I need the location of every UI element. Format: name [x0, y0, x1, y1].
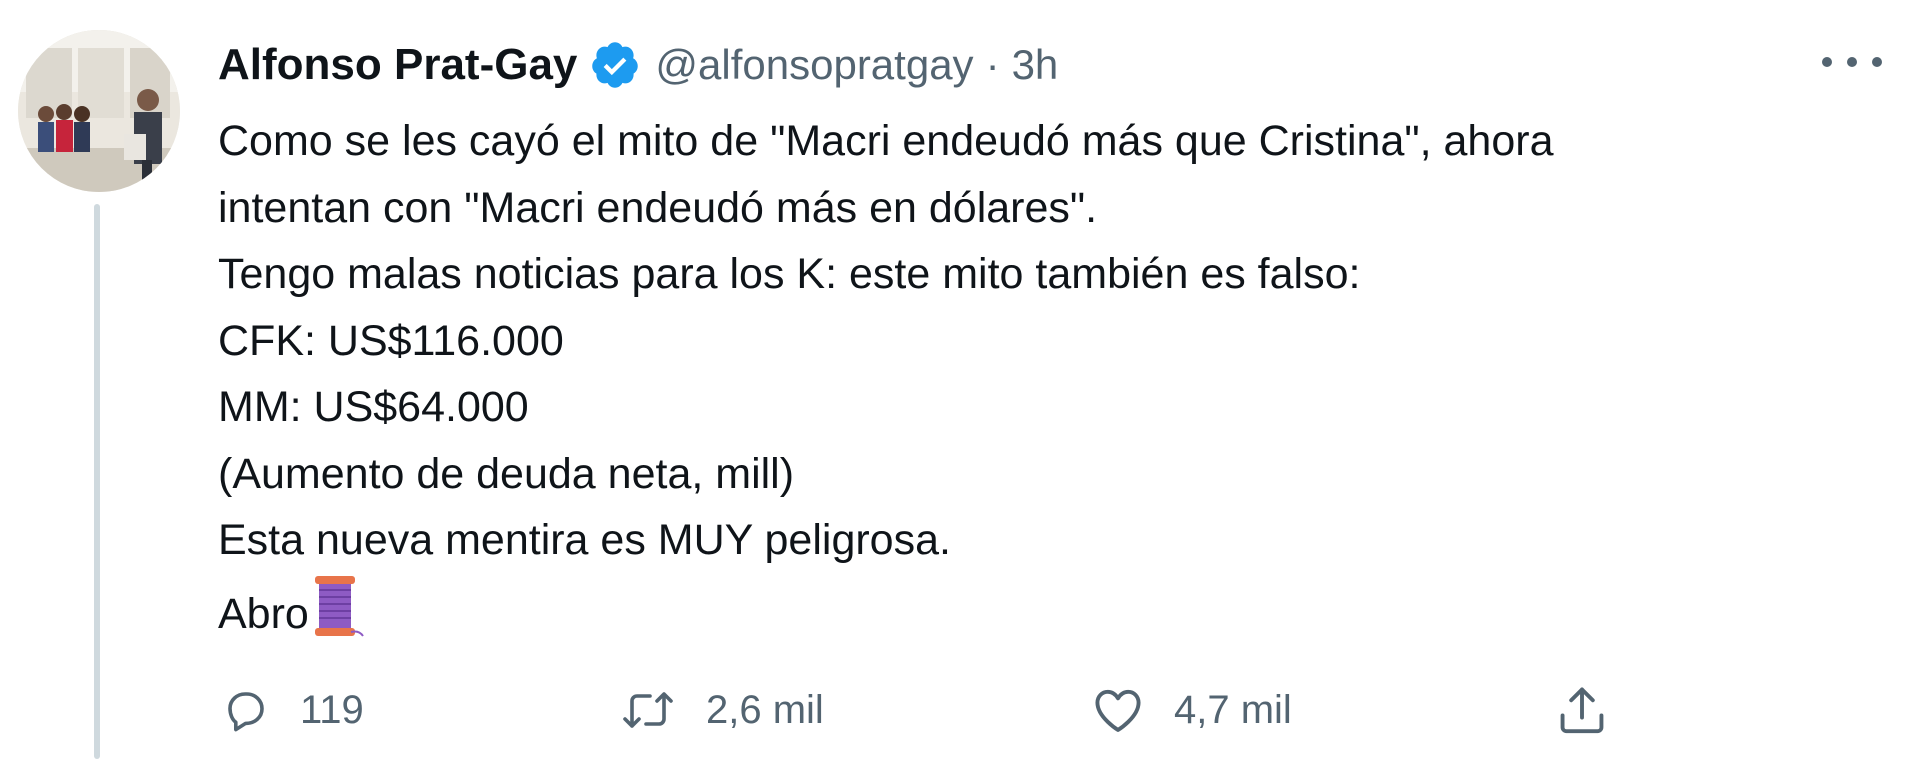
tweet[interactable]: Alfonso Prat-Gay @alfonsopratgay · 3h Co…: [0, 0, 1920, 759]
tweet-line: Abro: [218, 589, 309, 638]
tweet-actions: 119 2,6 mil 4,7 mil: [0, 670, 1920, 750]
share-button[interactable]: [1556, 670, 1608, 750]
more-options-icon[interactable]: [1822, 40, 1882, 84]
tweet-line: Tengo malas noticias para los K: este mi…: [218, 250, 1361, 298]
tweet-last-line: Abro: [218, 574, 1818, 648]
reply-icon: [228, 692, 264, 732]
avatar[interactable]: [18, 30, 180, 192]
heart-icon: [1095, 689, 1141, 732]
share-icon: [1560, 687, 1604, 734]
reply-count: 119: [300, 687, 364, 732]
tweet-line: intentan con "Macri endeudó más en dólar…: [218, 183, 1098, 232]
tweet-timestamp[interactable]: 3h: [1012, 41, 1059, 89]
like-button[interactable]: 4,7 mil: [1092, 670, 1292, 750]
more-dot: [1822, 57, 1832, 67]
separator-dot: ·: [985, 41, 1000, 88]
retweet-icon: [623, 692, 673, 728]
reply-button[interactable]: 119: [222, 670, 364, 750]
avatar-photo: [18, 30, 180, 192]
tweet-line: Esta nueva mentira es MUY peligrosa.: [218, 516, 951, 564]
more-dot: [1872, 57, 1882, 67]
tweet-line: Como se les cayó el mito de "Macri endeu…: [218, 117, 1554, 165]
like-count: 4,7 mil: [1174, 687, 1292, 732]
tweet-line: CFK: US$116.000: [218, 316, 564, 365]
thread-spool-icon: [309, 574, 365, 638]
verified-badge-icon: [589, 39, 641, 91]
retweet-count: 2,6 mil: [706, 687, 824, 732]
author-handle[interactable]: @alfonsopratgay: [655, 41, 973, 89]
more-dot: [1847, 57, 1857, 67]
tweet-line: (Aumento de deuda neta, mill): [218, 449, 795, 498]
tweet-text: Como se les cayó el mito de "Macri endeu…: [218, 108, 1818, 647]
author-name[interactable]: Alfonso Prat-Gay: [218, 40, 577, 90]
tweet-line: MM: US$64.000: [218, 383, 529, 431]
retweet-button[interactable]: 2,6 mil: [620, 670, 824, 750]
tweet-header: Alfonso Prat-Gay @alfonsopratgay · 3h: [218, 30, 1058, 100]
